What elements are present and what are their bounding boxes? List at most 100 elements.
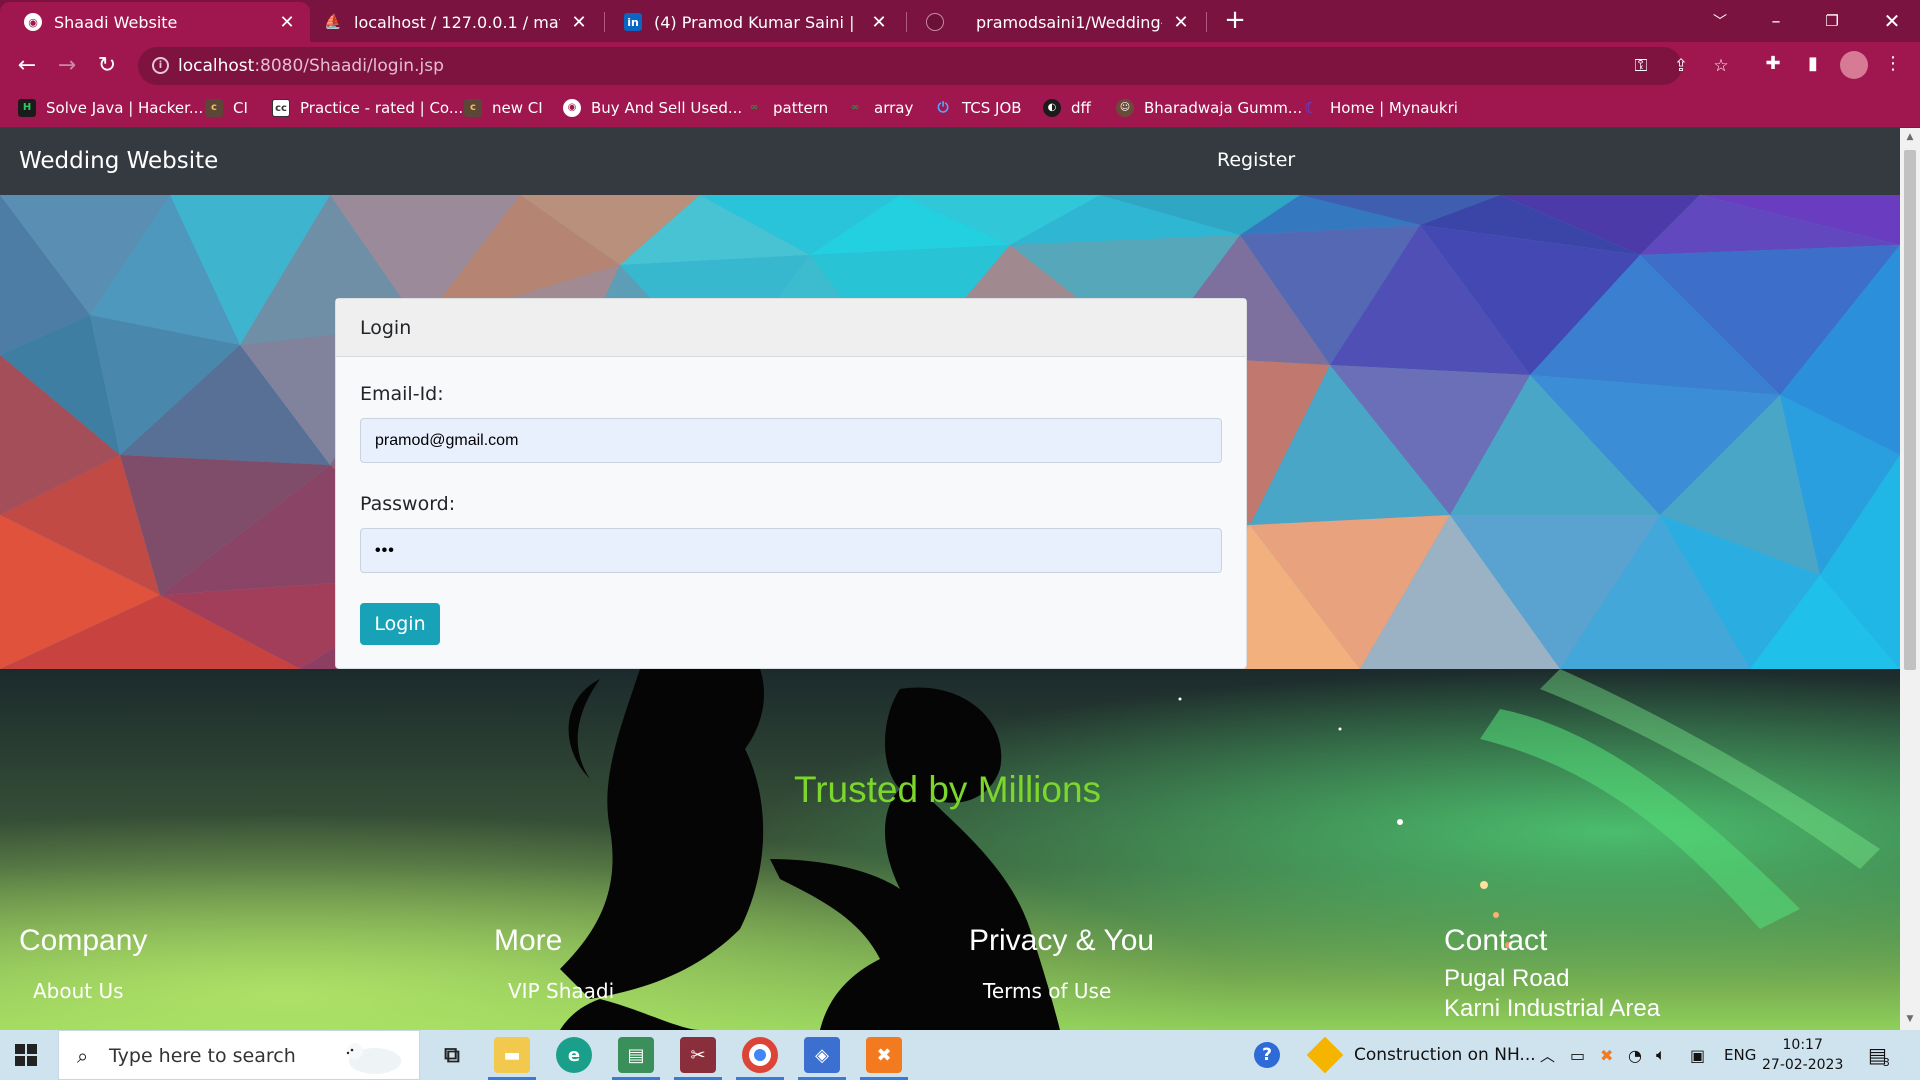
help-icon[interactable]: ? [1254, 1030, 1280, 1080]
browser-tab-strip: ◉ Shaadi Website ✕ ⛵ localhost / 127.0.0… [0, 0, 1920, 42]
scroll-down-icon[interactable]: ▼ [1905, 1014, 1915, 1024]
codechef-practice-icon: cc [272, 99, 290, 117]
bookmark-item[interactable]: ☾ Home | Mynaukri [1302, 99, 1458, 117]
avatar-icon: ☺ [1116, 99, 1134, 117]
reload-button[interactable]: ↻ [92, 52, 122, 82]
bookmark-star-icon[interactable]: ☆ [1710, 56, 1732, 78]
contact-address-line: Pugal Road [1444, 965, 1570, 992]
tab-github[interactable]: pramodsaini1/Wedding-Website ✕ [902, 2, 1204, 42]
taskbar-search-box[interactable]: ⌕ Type here to search [58, 1030, 420, 1080]
gfg-icon: ∞ [749, 102, 759, 113]
bookmark-label: Solve Java | Hacker... [46, 99, 204, 117]
chrome-browser-icon[interactable] [742, 1037, 778, 1073]
snipping-tool-icon[interactable]: ✂ [680, 1037, 716, 1073]
tab-search-chevron-icon[interactable]: ﹀ [1692, 0, 1748, 42]
language-indicator[interactable]: ENG [1724, 1030, 1756, 1080]
register-link[interactable]: Register [1217, 149, 1295, 171]
file-explorer-icon[interactable]: ▬ [494, 1037, 530, 1073]
page-scrollbar[interactable]: ▲ ▼ [1900, 128, 1920, 1030]
terms-of-use-link[interactable]: Terms of Use [983, 979, 1111, 1003]
bookmark-label: TCS JOB [962, 99, 1022, 117]
warning-icon [1306, 1036, 1344, 1074]
clock-date: 27-02-2023 [1762, 1057, 1844, 1073]
restore-button[interactable]: ❐ [1804, 0, 1860, 42]
address-bar[interactable]: i localhost:8080/Shaadi/login.jsp ⚿ ⇪ ☆ [138, 47, 1729, 85]
taskbar-clock[interactable]: 10:17 27-02-2023 [1762, 1035, 1843, 1075]
site-info-icon[interactable]: i [152, 57, 169, 74]
notification-count-badge: 3 [1882, 1055, 1890, 1069]
menu-kebab-icon[interactable]: ⋮ [1880, 52, 1906, 78]
bookmark-label: CI [233, 99, 248, 117]
bookmark-label: new CI [492, 99, 543, 117]
bookmark-item[interactable]: c new CI [464, 99, 543, 117]
close-icon[interactable]: ✕ [868, 12, 890, 33]
bookmark-item[interactable]: ∞ array [846, 99, 914, 117]
forward-button[interactable]: → [52, 52, 82, 82]
aurora-couple-background-image [0, 669, 1900, 1030]
login-button[interactable]: Login [360, 603, 440, 645]
weather-widget[interactable]: Construction on NH... [1306, 1030, 1536, 1080]
battery-icon[interactable]: ▭ [1570, 1030, 1585, 1080]
tab-phpmyadmin[interactable]: ⛵ localhost / 127.0.0.1 / matrimonia ✕ [300, 2, 602, 42]
bookmark-item[interactable]: ∞ pattern [745, 99, 828, 117]
web-page: Wedding Website Register Login Email-Id:… [0, 128, 1900, 1030]
close-window-button[interactable]: ✕ [1864, 0, 1920, 42]
tab-title: Shaadi Website [54, 12, 178, 32]
bookmark-item[interactable]: H Solve Java | Hacker... [18, 99, 203, 117]
close-icon[interactable]: ✕ [1170, 12, 1192, 33]
display-icon[interactable]: ▣ [1690, 1030, 1705, 1080]
back-button[interactable]: ← [12, 52, 42, 82]
scrollbar-thumb[interactable] [1904, 150, 1916, 670]
key-icon[interactable]: ⚿ [1630, 56, 1652, 78]
show-hidden-icons-chevron[interactable]: ︿ [1540, 1030, 1555, 1080]
share-icon[interactable]: ⇪ [1670, 56, 1692, 78]
close-icon[interactable]: ✕ [568, 12, 590, 33]
site-brand[interactable]: Wedding Website [19, 148, 218, 174]
vip-shaadi-link[interactable]: VIP Shaadi [508, 979, 614, 1003]
side-panel-icon[interactable]: ▮ [1800, 52, 1826, 78]
about-us-link[interactable]: About Us [33, 979, 124, 1003]
login-card-header: Login [336, 299, 1246, 357]
close-icon[interactable]: ✕ [276, 12, 298, 33]
profile-avatar[interactable] [1840, 51, 1868, 79]
globe-icon: ◉ [563, 99, 581, 117]
bookmark-item[interactable]: ◉ Buy And Sell Used... [563, 99, 742, 117]
bookmark-item[interactable]: cc Practice - rated | Co... [272, 99, 463, 117]
bookmark-item[interactable]: ◐ dff [1043, 99, 1091, 117]
xampp-tray-icon[interactable]: ✖ [1600, 1030, 1613, 1080]
windows-start-icon[interactable] [14, 1043, 38, 1067]
tab-title: (4) Pramod Kumar Saini | LinkedIn [654, 12, 860, 32]
tab-shaadi-website[interactable]: ◉ Shaadi Website ✕ [0, 2, 310, 42]
virtualbox-icon[interactable]: ◈ [804, 1037, 840, 1073]
notification-center-icon[interactable]: ▤ 3 [1868, 1030, 1890, 1080]
tab-linkedin[interactable]: in (4) Pramod Kumar Saini | LinkedIn ✕ [600, 2, 902, 42]
password-label: Password: [360, 493, 456, 515]
footer-section: Trusted by Millions Company About Us Mor… [0, 669, 1900, 1030]
notepad-app-icon[interactable]: ▤ [618, 1037, 654, 1073]
volume-icon[interactable]: 🔈︎ [1656, 1030, 1666, 1080]
tab-title: localhost / 127.0.0.1 / matrimonia [354, 12, 560, 32]
password-field[interactable]: ••• [360, 528, 1222, 573]
taskbar-search-placeholder: Type here to search [109, 1045, 296, 1067]
codechef-icon: c [464, 99, 482, 117]
bookmark-item[interactable]: c CI [205, 99, 248, 117]
weather-widget-text: Construction on NH... [1354, 1045, 1536, 1065]
power-icon: ⏻ [937, 100, 949, 116]
scroll-up-icon[interactable]: ▲ [1905, 132, 1915, 142]
url-text[interactable]: localhost:8080/Shaadi/login.jsp [178, 56, 444, 76]
login-form: Email-Id: pramod@gmail.com Password: •••… [336, 357, 1246, 671]
wifi-icon[interactable]: ◔ [1628, 1030, 1642, 1080]
footer-contact-title: Contact [1444, 924, 1548, 957]
task-view-icon[interactable]: ⧉ [434, 1037, 470, 1073]
bookmark-item[interactable]: ⏻ TCS JOB [934, 99, 1022, 117]
new-tab-button[interactable]: + [1220, 6, 1250, 36]
extensions-icon[interactable]: ✚ [1760, 52, 1786, 78]
edge-browser-icon[interactable]: e [556, 1037, 592, 1073]
minimize-button[interactable]: – [1748, 0, 1804, 42]
email-field[interactable]: pramod@gmail.com [360, 418, 1222, 463]
hackerrank-icon: H [18, 99, 36, 117]
polar-bear-search-highlight-icon [346, 1043, 401, 1074]
login-card: Login Email-Id: pramod@gmail.com Passwor… [335, 298, 1247, 669]
xampp-icon[interactable]: ✖ [866, 1037, 902, 1073]
bookmark-item[interactable]: ☺ Bharadwaja Gumm... [1116, 99, 1302, 117]
